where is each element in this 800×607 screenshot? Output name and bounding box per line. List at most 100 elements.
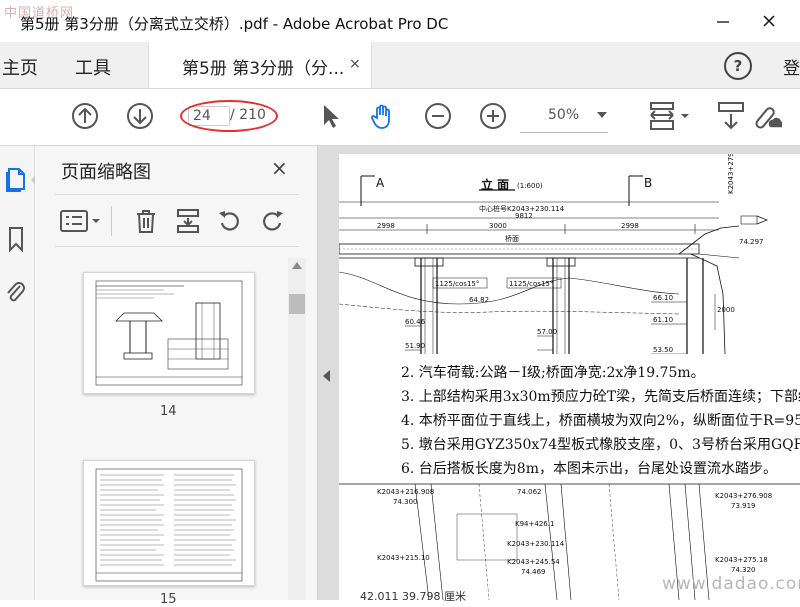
thumbnail-page-number: 14 <box>160 404 177 419</box>
chevron-down-icon <box>597 112 607 118</box>
title-bar: 中国道桥网 第5册 第3分册（分离式立交桥）.pdf - Adobe Acrob… <box>0 0 800 42</box>
thumbnail-scrollbar[interactable] <box>288 258 306 600</box>
slope-dim-right: 1125/cos15° <box>509 280 554 288</box>
plan-station: K2043+275.18 <box>715 556 768 564</box>
site-watermark-bottom: www.dadao.com <box>662 574 800 594</box>
extract-page-button[interactable] <box>173 206 203 236</box>
help-icon[interactable]: ? <box>724 52 752 80</box>
page-number-highlight <box>180 100 278 132</box>
window-title: 第5册 第3分册（分离式立交桥）.pdf - Adobe Acrobat Pro… <box>20 15 449 33</box>
close-icon <box>763 15 775 27</box>
fit-page-icon <box>650 102 689 130</box>
tab-close-icon[interactable]: × <box>349 56 361 72</box>
navigation-rail <box>0 146 35 600</box>
previous-page-button[interactable] <box>70 101 100 131</box>
arrow-down-circle-icon <box>127 103 153 129</box>
plan-elevation: 74.300 <box>393 498 418 506</box>
notes-block: 2. 汽车荷载:公路－Ⅰ级;桥面净宽:2x净19.75m。 3. 上部结构采用3… <box>365 354 800 480</box>
arrow-up-circle-icon <box>72 103 98 129</box>
elevation-61-10: 61.10 <box>653 316 674 324</box>
toolbar <box>0 89 800 146</box>
document-tab[interactable]: 第5册 第3分册（分... × <box>148 42 372 88</box>
plan-station: 74.062 <box>517 488 542 496</box>
elevation-64-82: 64.82 <box>469 296 490 304</box>
thumbnail-page[interactable] <box>83 272 255 394</box>
scroll-up-arrow-icon[interactable] <box>292 262 302 269</box>
elevation-60-46: 60.46 <box>405 318 426 326</box>
hand-icon <box>371 104 390 129</box>
document-page[interactable]: A B 立 面 (1:600) 中心桩号K2043+230.114 9812 2… <box>339 154 800 600</box>
thumbnail-options-button[interactable] <box>59 206 103 236</box>
plan-station: K2043+215.10 <box>377 554 430 562</box>
slope-dim-left: 1125/cos15° <box>435 280 480 288</box>
elevation-51-90: 51.90 <box>405 342 426 350</box>
share-link-button[interactable] <box>752 101 782 131</box>
divider <box>55 194 299 195</box>
select-tool-button[interactable] <box>316 101 346 131</box>
section-mark-b: B <box>644 176 653 190</box>
zoom-in-button[interactable] <box>478 101 508 131</box>
document-tab-label: 第5册 第3分册（分... <box>182 59 345 79</box>
rotate-right-button[interactable] <box>257 206 287 236</box>
minimize-button[interactable] <box>708 6 738 36</box>
close-panel-icon[interactable]: × <box>271 156 288 180</box>
thumbnail-panel: 页面缩略图 × 14 15 <box>35 146 318 607</box>
plan-elevation: 74.320 <box>731 566 756 574</box>
divider <box>55 246 299 247</box>
plus-circle-icon <box>480 103 506 129</box>
elevation-57-00: 57.00 <box>537 328 558 336</box>
menu-home[interactable]: 主页 <box>2 54 38 80</box>
bookmark-icon[interactable] <box>4 226 28 252</box>
zoom-value: 50% <box>548 107 580 123</box>
rotate-ccw-icon <box>219 211 239 231</box>
truncated-menu: 登 <box>783 59 800 79</box>
plan-station: K2043+230.114 <box>507 540 565 548</box>
right-elevation: 74.297 <box>739 238 764 246</box>
right-span-dim: 2998 <box>621 222 639 230</box>
plan-station: K94+426.1 <box>515 520 555 528</box>
right-station: K2043+279.174 <box>727 154 735 194</box>
page-dimension-readout: 42.011 39.798 厘米 <box>360 590 466 603</box>
menu-tab-bar: 主页 工具 第5册 第3分册（分... × ? 登 <box>0 42 800 89</box>
menu-tools[interactable]: 工具 <box>75 54 111 80</box>
page-thumbnails-icon[interactable] <box>4 166 28 192</box>
hand-tool-button[interactable] <box>368 101 398 131</box>
note-line: 3. 上部结构采用3x30m预应力砼T梁，先简支后桥面连续；下部结构采用柱式墩，… <box>401 389 800 405</box>
elevation-53-50: 53.50 <box>653 346 674 354</box>
plan-elevation: 74.469 <box>521 568 546 576</box>
thumbnail-page[interactable] <box>83 460 255 586</box>
thumbnail-panel-title: 页面缩略图 <box>61 162 151 183</box>
plan-station: K2043+245.54 <box>507 558 560 566</box>
paperclip-icon[interactable] <box>4 280 28 306</box>
next-page-button[interactable] <box>125 101 155 131</box>
plan-station: K2043+276.908 <box>715 492 773 500</box>
left-span-dim: 2998 <box>377 222 395 230</box>
scroll-mode-button[interactable] <box>716 101 746 131</box>
dimension-2000: 2000 <box>717 306 735 314</box>
total-length-dim: 9812 <box>515 212 533 220</box>
section-mark-a: A <box>376 176 385 190</box>
plan-elevation: 73.919 <box>731 502 756 510</box>
link-cloud-icon <box>755 107 782 129</box>
elevation-66-10: 66.10 <box>653 294 674 302</box>
rotate-left-button[interactable] <box>215 206 245 236</box>
scrollbar-thumb[interactable] <box>289 294 305 314</box>
trash-icon <box>137 210 155 233</box>
list-options-icon <box>60 210 100 232</box>
tool-separator <box>111 206 112 236</box>
close-window-button[interactable] <box>754 6 784 36</box>
page-fit-button[interactable] <box>648 101 692 131</box>
zoom-out-button[interactable] <box>423 101 453 131</box>
collapse-panel-icon[interactable] <box>323 370 330 382</box>
extract-pages-icon <box>177 209 199 233</box>
zoom-dropdown[interactable]: 50% <box>520 100 608 133</box>
thumbnail-toolbar <box>55 202 299 242</box>
note-line: 5. 墩台采用GYZ350x74型板式橡胶支座，0、3号桥台采用GQF-E80伸… <box>401 437 800 453</box>
middle-span-dim: 3000 <box>489 222 507 230</box>
minus-circle-icon <box>425 103 451 129</box>
bridge-label: 桥面 <box>505 235 519 243</box>
note-line: 2. 汽车荷载:公路－Ⅰ级;桥面净宽:2x净19.75m。 <box>401 365 705 381</box>
drawing-scale: (1:600) <box>517 182 543 190</box>
keyboard-down-icon <box>718 102 744 130</box>
delete-page-button[interactable] <box>131 206 161 236</box>
